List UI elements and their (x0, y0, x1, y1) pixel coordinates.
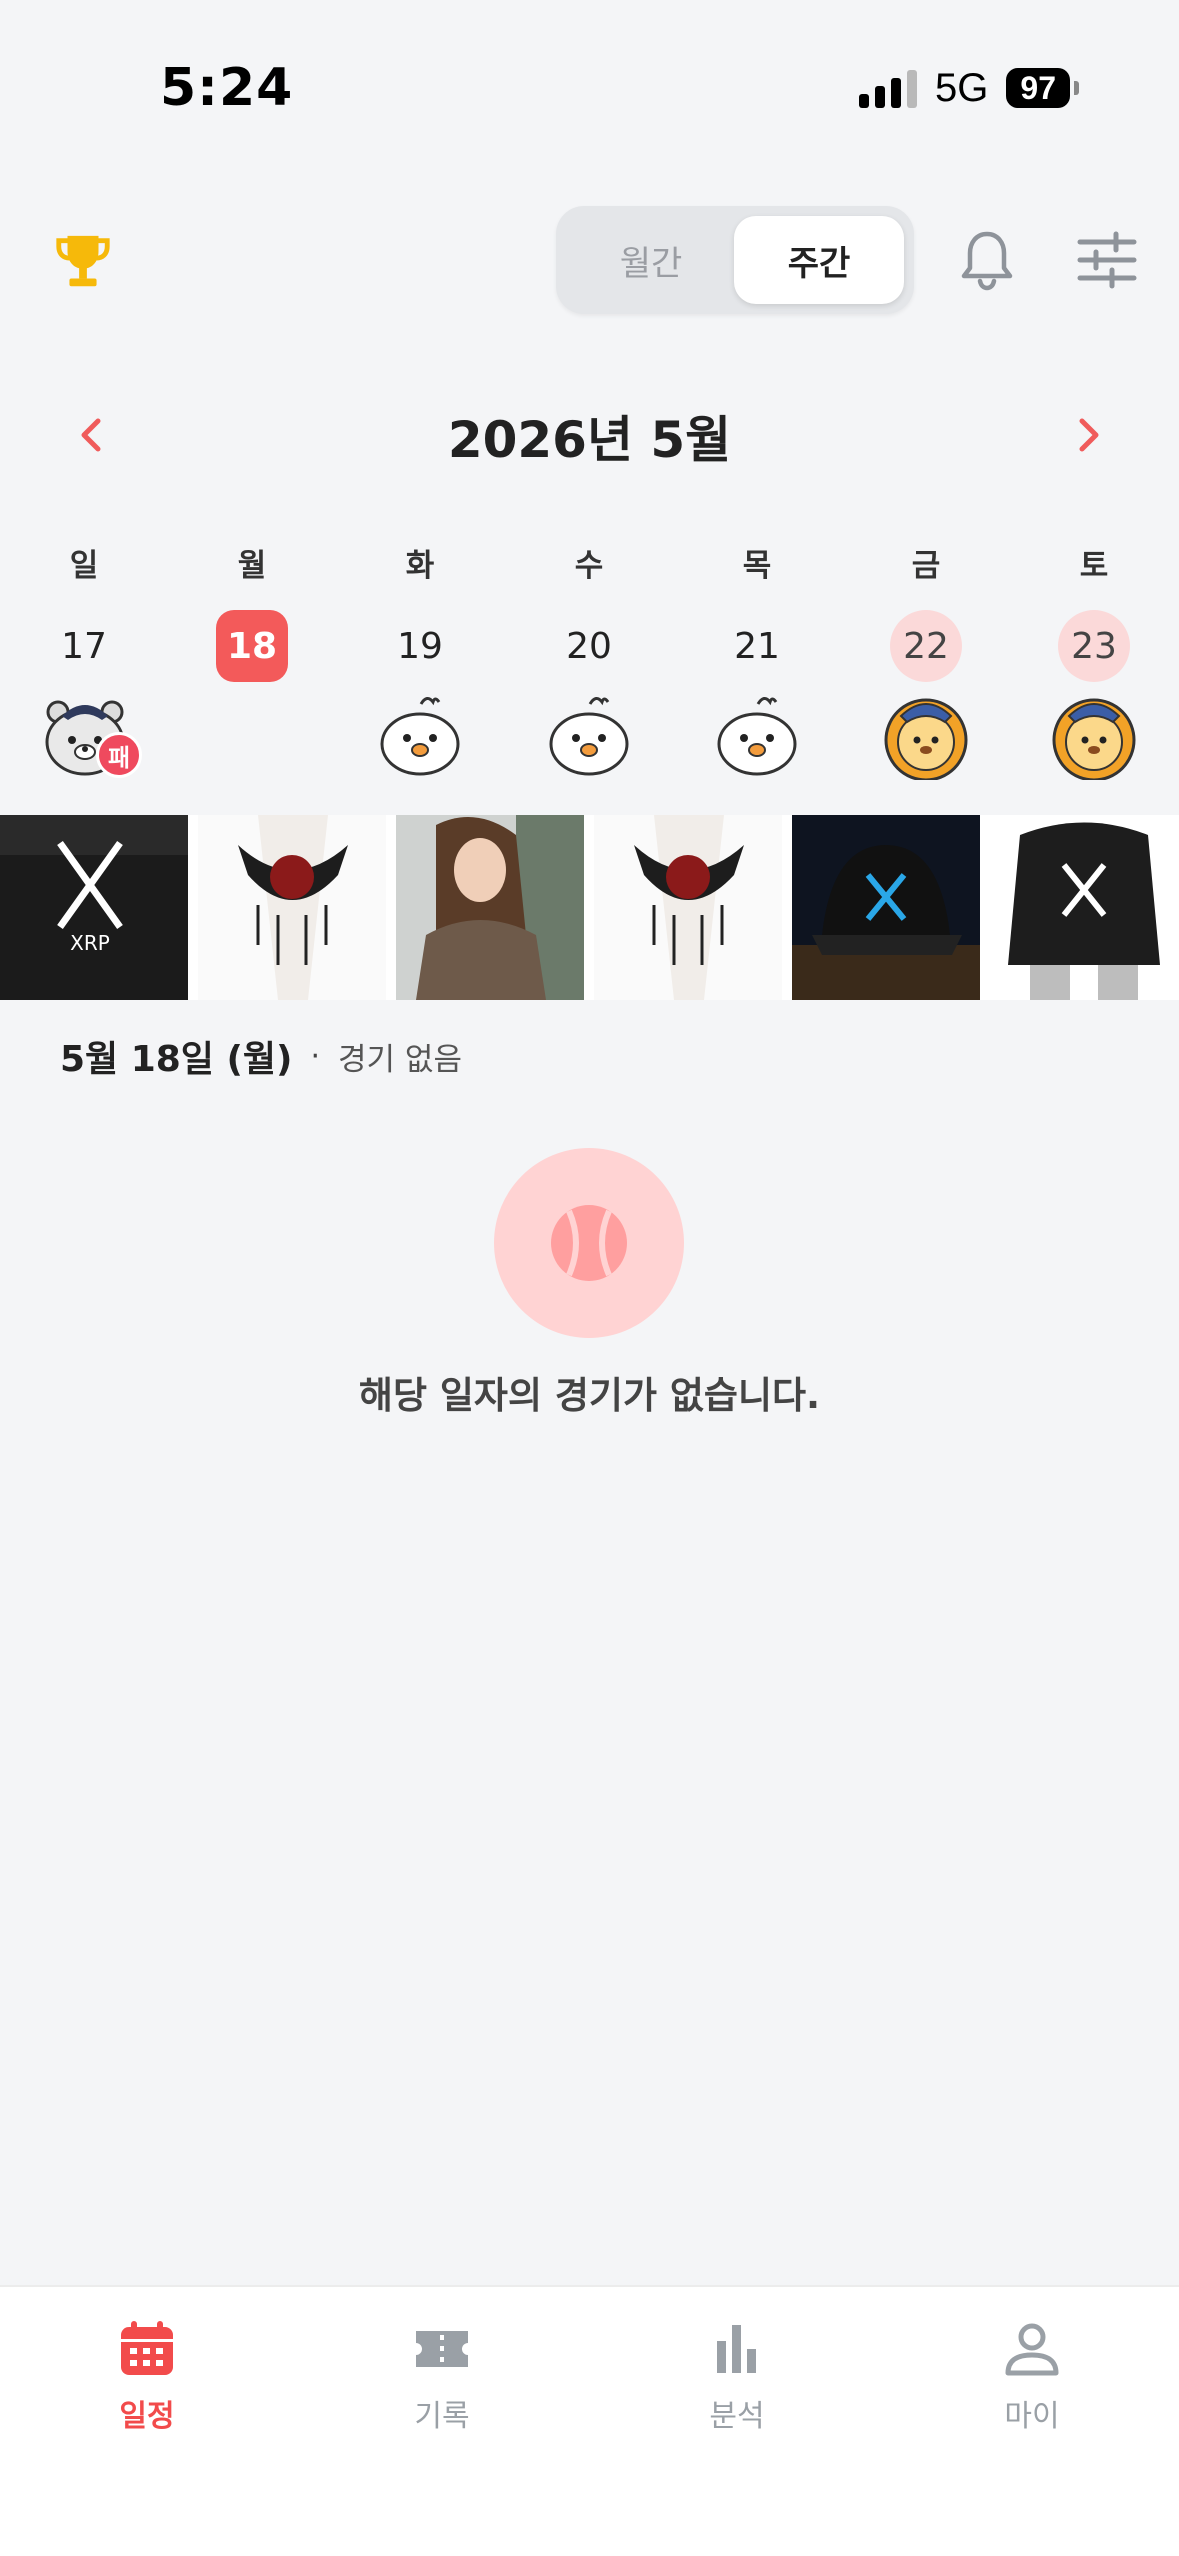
bell-icon[interactable] (958, 228, 1016, 292)
battery-level: 97 (1006, 68, 1070, 108)
weekday-fri: 금 (911, 548, 941, 584)
month-title: 2026년 5월 (447, 411, 732, 469)
ad-image-xrp-hoodie-2[interactable] (990, 815, 1178, 1000)
weekday-sun: 일 (69, 548, 99, 584)
tab-analysis[interactable]: 분석 (637, 2317, 837, 2435)
loss-badge: 패 (96, 732, 142, 778)
baseball-icon (551, 1205, 627, 1281)
monthly-view-button[interactable]: 월간 (566, 216, 736, 304)
status-time: 5:24 (160, 58, 294, 118)
tab-schedule[interactable]: 일정 (47, 2317, 247, 2435)
ad-image-lace-choker[interactable] (198, 815, 386, 1000)
ad-image-woman-sweater[interactable] (396, 815, 584, 1000)
bar-chart-icon (717, 2325, 756, 2373)
date-cell-highlighted[interactable]: 22 (890, 610, 962, 682)
filter-settings-icon[interactable] (1076, 230, 1138, 290)
weekday-tue: 화 (405, 548, 435, 584)
separator-dot: · (310, 1038, 321, 1074)
weekday-thu: 목 (742, 548, 772, 584)
ad-banner-strip[interactable]: XRP (0, 815, 1179, 1000)
selected-date-label: 5월 18일 (월) (60, 1039, 293, 1080)
tab-my[interactable]: 마이 (932, 2317, 1132, 2435)
game-status-text: 경기 없음 (338, 1041, 462, 1078)
weekday-sat: 토 (1079, 548, 1109, 584)
trophy-icon[interactable] (52, 230, 114, 292)
selected-day-header: 5월 18일 (월) · 경기 없음 (60, 1030, 462, 1082)
date-cell[interactable]: 20 (553, 610, 625, 682)
svg-text:XRP: XRP (70, 931, 110, 955)
person-icon (1005, 2323, 1059, 2376)
weekday-wed: 수 (574, 548, 604, 584)
weekday-mon: 월 (237, 548, 267, 584)
ad-image-lace-choker[interactable] (594, 815, 782, 1000)
chick-mascot-icon[interactable] (375, 690, 465, 780)
battery-icon: 97 (1006, 68, 1079, 108)
status-indicators: 5G 97 (859, 64, 1079, 112)
date-cell[interactable]: 19 (384, 610, 456, 682)
empty-state-message: 해당 일자의 경기가 없습니다. (358, 1374, 821, 1417)
date-cell-highlighted[interactable]: 23 (1058, 610, 1130, 682)
bottom-tab-bar: 일정 기록 분석 마이 (0, 2285, 1179, 2556)
signal-icon (859, 68, 918, 108)
tab-records-label: 기록 (414, 2399, 470, 2434)
chick-mascot-icon[interactable] (544, 690, 634, 780)
team-mascot-row: 패 (0, 690, 1179, 790)
date-cell-today[interactable]: 18 (216, 610, 288, 682)
tab-schedule-label: 일정 (119, 2399, 175, 2434)
empty-state-badge (494, 1148, 684, 1338)
lion-mascot-icon[interactable] (881, 690, 971, 780)
next-month-button[interactable] (1064, 410, 1114, 460)
tab-my-label: 마이 (1004, 2399, 1060, 2434)
network-type: 5G (935, 65, 989, 110)
date-cell[interactable]: 21 (721, 610, 793, 682)
tab-analysis-label: 분석 (709, 2399, 765, 2434)
chevron-right-icon (1079, 418, 1099, 452)
ad-image-xrp-cap[interactable] (792, 815, 980, 1000)
calendar-icon (121, 2321, 173, 2375)
chick-mascot-icon[interactable] (712, 690, 802, 780)
status-bar: 5:24 5G 97 (0, 0, 1179, 175)
lion-mascot-icon[interactable] (1049, 690, 1139, 780)
top-bar: 월간 주간 (0, 200, 1179, 320)
date-cell[interactable]: 17 (48, 610, 120, 682)
weekly-view-button[interactable]: 주간 (734, 216, 904, 304)
tab-records[interactable]: 기록 (342, 2317, 542, 2435)
ticket-icon (416, 2331, 468, 2367)
ad-image-xrp-hoodie[interactable]: XRP (0, 815, 188, 1000)
view-toggle: 월간 주간 (556, 206, 914, 314)
